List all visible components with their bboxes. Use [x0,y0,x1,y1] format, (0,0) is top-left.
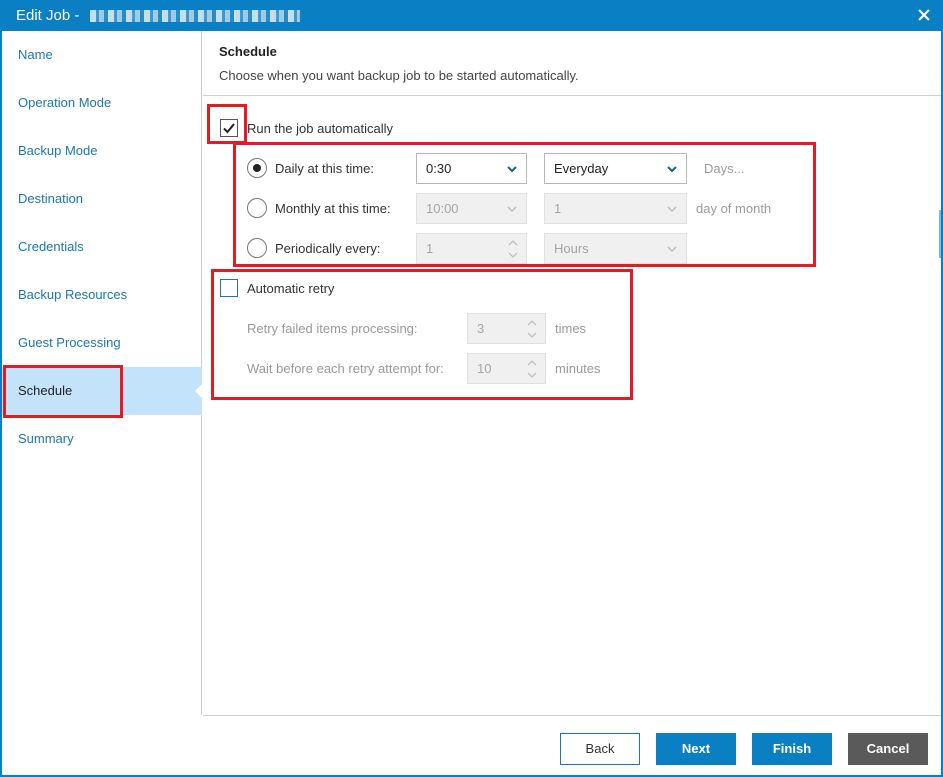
daily-days-select[interactable]: Everyday [544,153,687,184]
chevron-down-icon [667,166,677,173]
cancel-button[interactable]: Cancel [848,733,928,765]
periodic-value-stepper[interactable]: 1 [416,233,527,264]
close-icon[interactable] [913,4,935,26]
day-of-month-label: day of month [696,201,772,216]
back-button[interactable]: Back [560,733,640,765]
automatic-retry-checkbox[interactable] [220,279,238,297]
retry-wait-label: Wait before each retry attempt for: [247,361,444,376]
periodic-radio[interactable] [247,238,267,258]
checkmark-icon [223,123,235,134]
chevron-down-icon [667,246,677,253]
step-header: Schedule Choose when you want backup job… [203,31,941,96]
sidebar-item-backup-resources[interactable]: Backup Resources [2,271,202,319]
sidebar-item-destination[interactable]: Destination [2,175,202,223]
spinner-arrows-icon[interactable] [506,236,520,262]
window-title: Edit Job - [16,7,300,24]
retry-failed-label: Retry failed items processing: [247,321,418,336]
chevron-down-icon [507,166,517,173]
periodic-unit-select[interactable]: Hours [544,233,687,264]
sidebar-item-guest-processing[interactable]: Guest Processing [2,319,202,367]
next-button[interactable]: Next [656,733,736,765]
chevron-down-icon [667,206,677,213]
page-title: Schedule [219,44,277,59]
daily-label: Daily at this time: [275,161,374,176]
monthly-radio[interactable] [247,198,267,218]
daily-time-select[interactable]: 0:30 [416,153,527,184]
automatic-retry-label: Automatic retry [247,281,335,296]
spinner-arrows-icon[interactable] [525,316,539,342]
chevron-down-icon [507,206,517,213]
periodic-label: Periodically every: [275,241,381,256]
days-link[interactable]: Days... [704,161,744,176]
sidebar-item-schedule[interactable]: Schedule [2,367,203,415]
page-subtitle: Choose when you want backup job to be st… [219,68,579,83]
wizard-sidebar: Name Operation Mode Backup Mode Destinat… [2,31,203,715]
sidebar-item-name[interactable]: Name [2,31,202,79]
retry-minutes-label: minutes [555,361,601,376]
monthly-label: Monthly at this time: [275,201,391,216]
wizard-footer: Back Next Finish Cancel [203,715,941,775]
title-bar: Edit Job - [0,0,943,31]
spinner-arrows-icon[interactable] [525,356,539,382]
sidebar-item-backup-mode[interactable]: Backup Mode [2,127,202,175]
retry-wait-stepper[interactable]: 10 [467,353,546,384]
sidebar-item-summary[interactable]: Summary [2,415,202,463]
finish-button[interactable]: Finish [752,733,832,765]
run-automatically-checkbox[interactable] [220,119,238,137]
monthly-time-select[interactable]: 10:00 [416,193,527,224]
sidebar-item-credentials[interactable]: Credentials [2,223,202,271]
run-automatically-label: Run the job automatically [247,121,393,136]
retry-times-label: times [555,321,587,336]
retry-count-stepper[interactable]: 3 [467,313,546,344]
redacted-job-name [89,10,300,23]
monthly-day-select[interactable]: 1 [544,193,687,224]
daily-radio[interactable] [247,158,267,178]
scroll-indicator [939,210,941,258]
sidebar-item-operation-mode[interactable]: Operation Mode [2,79,202,127]
